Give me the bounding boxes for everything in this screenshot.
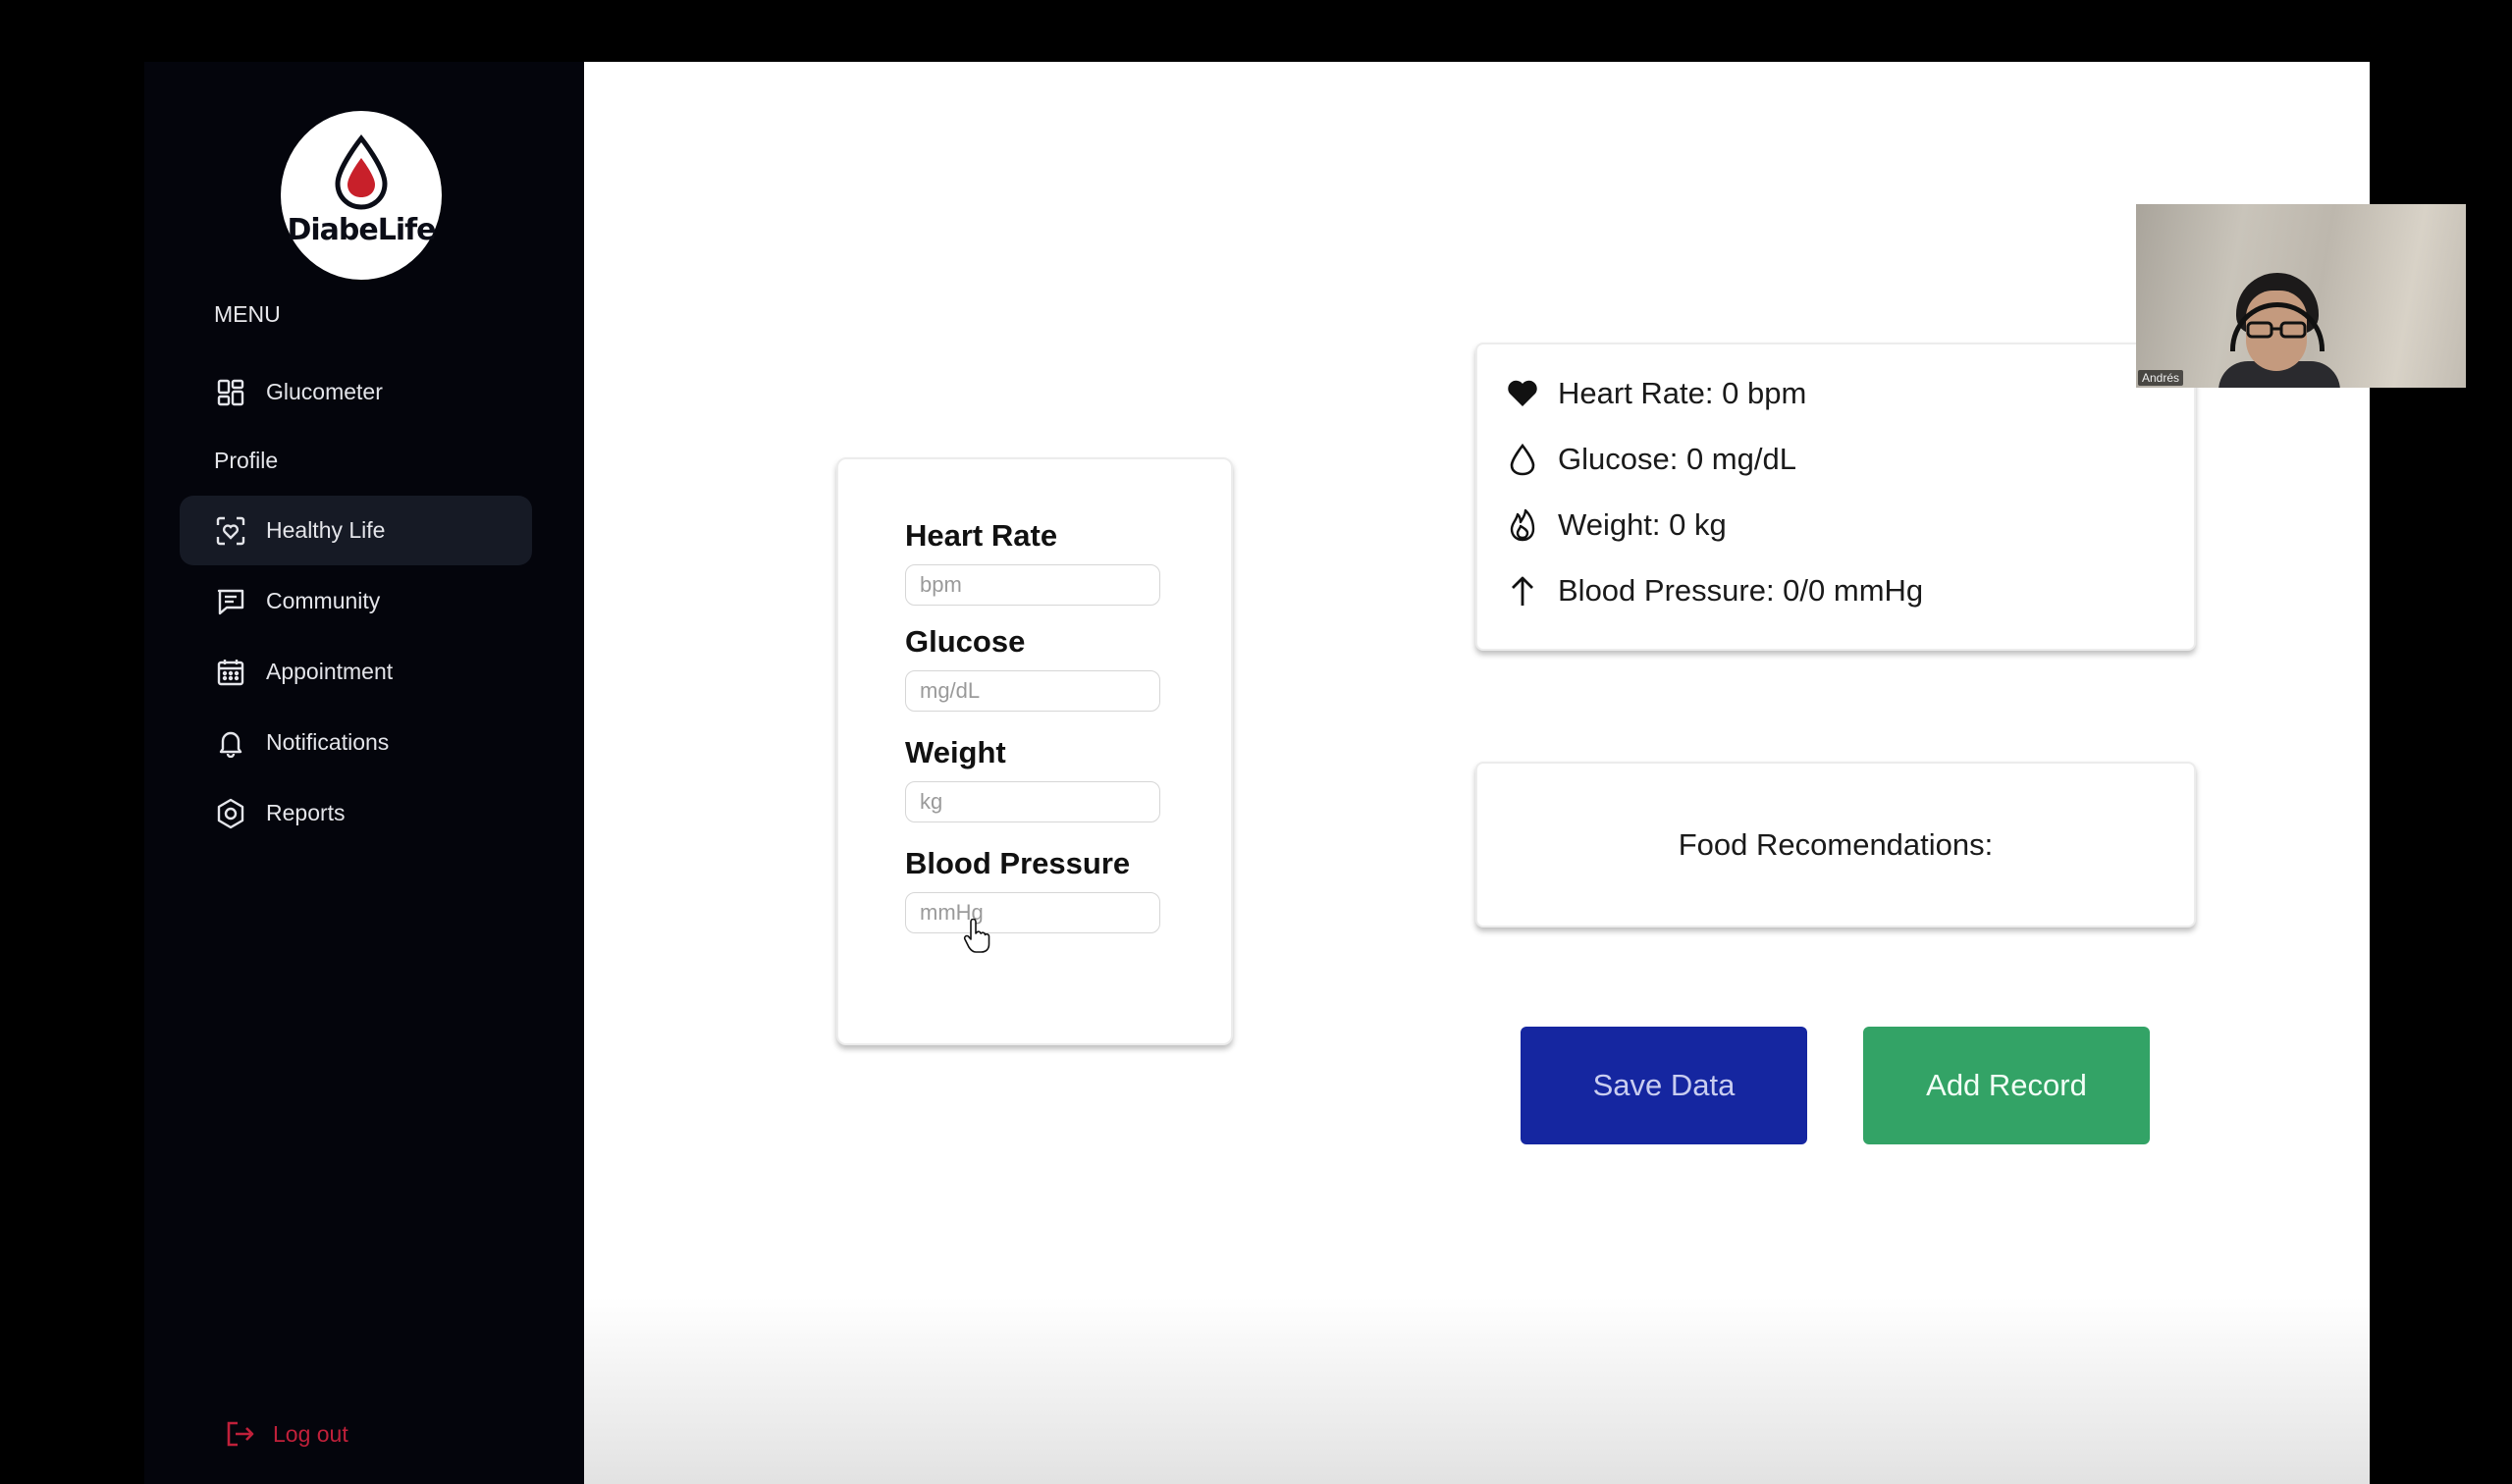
sidebar-item-label: Notifications [266,729,390,755]
glucose-label: Glucose [905,624,1026,659]
sidebar-item-label: Community [266,588,381,613]
blood-pressure-value: Blood Pressure: 0/0 mmHg [1558,573,1924,608]
sidebar-item-label: Reports [266,800,346,825]
heart-rate-value: Heart Rate: 0 bpm [1558,376,1807,410]
weight-stat: Weight: 0 kg [1505,507,1727,543]
health-summary-card: Heart Rate: 0 bpm Glucose: 0 mg/dL Weigh… [1475,343,2196,651]
health-input-form: Heart Rate Glucose Weight Blood Pressure [836,457,1233,1045]
drop-icon [1505,442,1540,477]
sidebar-item-label: Appointment [266,659,394,684]
screen: DiabeLife MENU Glucometer Profile Health… [0,0,2512,1484]
weight-label: Weight [905,735,1006,769]
calendar-icon [215,657,246,688]
hand-pointer-icon [963,919,990,953]
blood-pressure-input[interactable] [905,892,1160,933]
blood-drop-icon [335,133,388,210]
heart-rate-label: Heart Rate [905,518,1058,553]
sidebar-item-label: Glucometer [266,379,383,404]
bottom-fade [584,1298,2370,1484]
logout-label: Log out [273,1420,348,1447]
brand-name: DiabeLife [287,213,436,247]
blood-pressure-stat: Blood Pressure: 0/0 mmHg [1505,573,1923,609]
sidebar-item-healthy-life[interactable]: Healthy Life [180,496,532,565]
food-recommendations-card: Food Recomendations: [1475,762,2196,928]
add-record-button[interactable]: Add Record [1863,1027,2150,1144]
blood-pressure-label: Blood Pressure [905,846,1131,880]
logout-icon [224,1419,255,1449]
webcam-video-tile[interactable]: Andrés [2136,204,2466,388]
app-logo: DiabeLife [281,111,442,280]
glasses-icon [2246,321,2307,339]
glucose-stat: Glucose: 0 mg/dL [1505,442,1796,477]
logout-button[interactable]: Log out [224,1419,348,1449]
sidebar-item-label: Healthy Life [266,517,386,543]
menu-heading: MENU [214,301,281,327]
food-recommendations-title: Food Recomendations: [1678,826,1994,862]
hexagon-settings-icon [215,798,246,829]
participant-name: Andrés [2138,370,2184,386]
heart-icon [1505,376,1540,411]
sidebar-item-glucometer[interactable]: Glucometer [180,357,532,427]
weight-value: Weight: 0 kg [1558,507,1727,542]
message-icon [215,586,246,617]
heart-scan-icon [215,515,246,547]
arrow-up-icon [1505,573,1540,609]
sidebar-item-community[interactable]: Community [180,566,532,636]
sidebar-item-profile[interactable]: Profile [214,448,278,474]
heart-rate-stat: Heart Rate: 0 bpm [1505,376,1806,411]
glucose-input[interactable] [905,670,1160,712]
grid-icon [215,377,246,408]
flame-icon [1505,507,1540,543]
save-data-button[interactable]: Save Data [1521,1027,1807,1144]
heart-rate-input[interactable] [905,564,1160,606]
sidebar-item-appointment[interactable]: Appointment [180,637,532,707]
weight-input[interactable] [905,781,1160,822]
sidebar-item-notifications[interactable]: Notifications [180,708,532,777]
glucose-value: Glucose: 0 mg/dL [1558,442,1796,476]
bell-icon [215,727,246,759]
main-content: Heart Rate Glucose Weight Blood Pressure… [584,62,2370,1484]
sidebar-item-reports[interactable]: Reports [180,778,532,848]
